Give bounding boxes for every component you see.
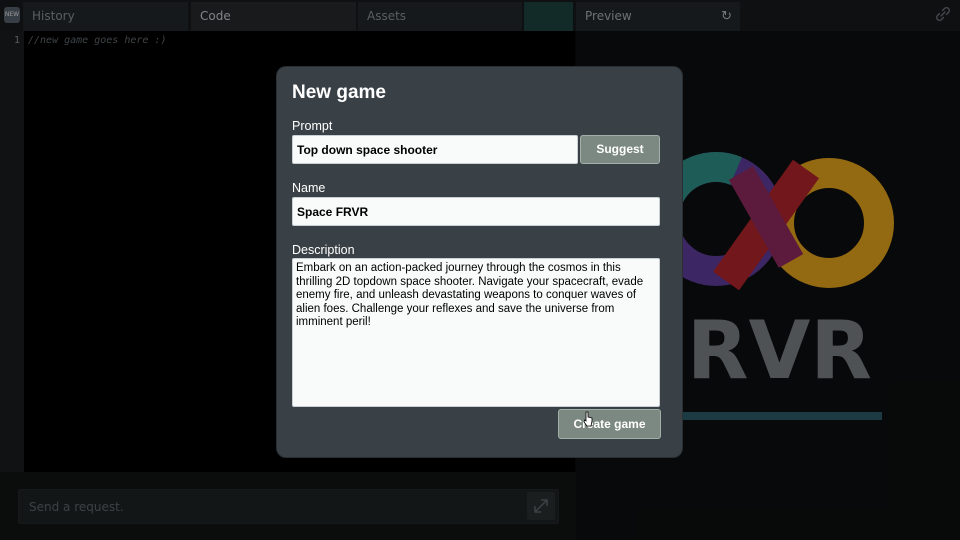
new-game-dialog: New game Prompt Suggest Name Description… <box>277 67 682 457</box>
name-input[interactable] <box>292 197 660 226</box>
mouse-cursor-icon <box>583 411 593 427</box>
name-label: Name <box>292 181 326 195</box>
suggest-button[interactable]: Suggest <box>580 135 660 164</box>
app-root: NEW History Code Assets Preview ↻ 1 //ne… <box>0 0 960 540</box>
prompt-input[interactable] <box>292 135 578 164</box>
description-label: Description <box>292 243 355 257</box>
create-game-button[interactable]: Create game <box>558 409 661 439</box>
prompt-label: Prompt <box>292 119 333 133</box>
description-textarea[interactable]: Embark on an action-packed journey throu… <box>292 258 660 407</box>
dialog-title: New game <box>292 82 386 103</box>
